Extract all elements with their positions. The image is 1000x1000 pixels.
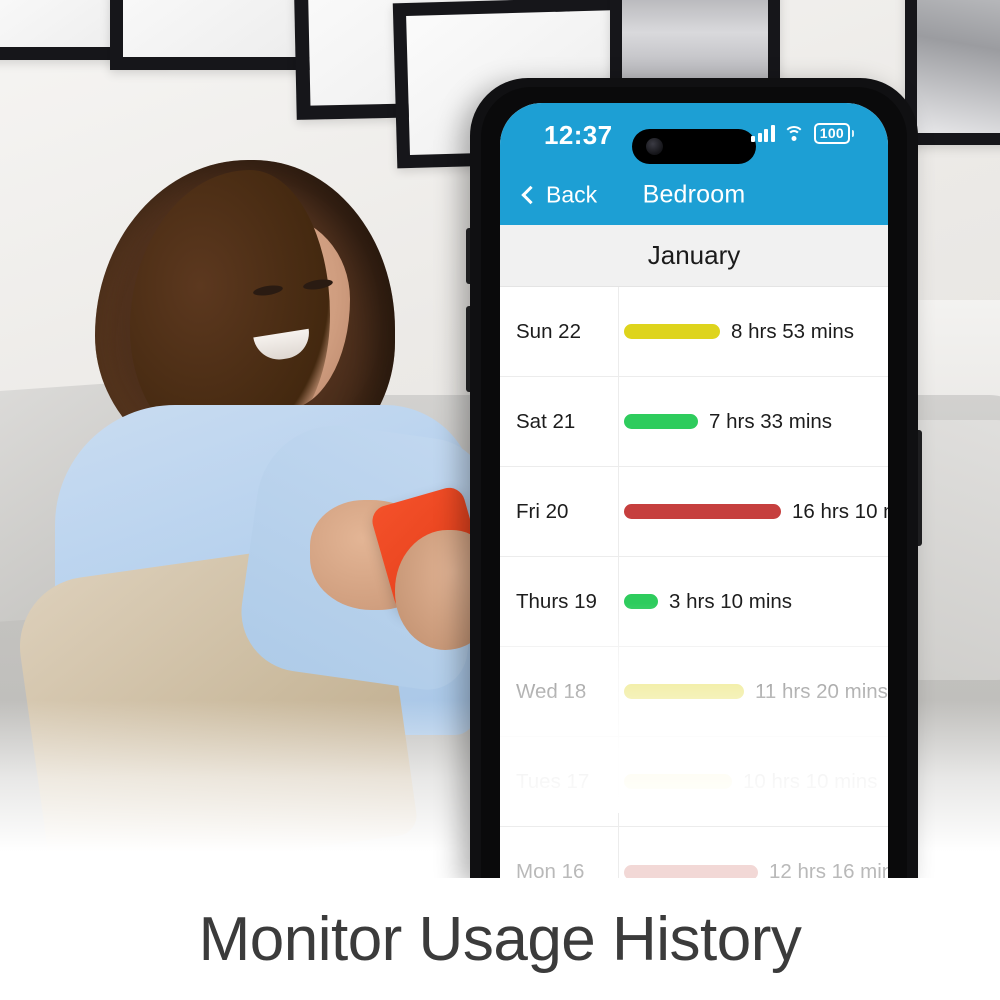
screenshot-root: 12:37 100 Back Bedroom January Sun 22 8 … [0,0,1000,1000]
row-day-label: Fri 20 [516,499,569,523]
column-divider [618,737,619,826]
app-nav-bar: Back Bedroom [500,165,888,225]
column-divider [618,647,619,736]
usage-bar [624,504,781,519]
column-divider [618,827,619,878]
row-day-label: Wed 18 [516,679,587,703]
status-bar: 12:37 100 [500,103,888,165]
phone-bezel: 12:37 100 Back Bedroom January Sun 22 8 … [481,87,907,878]
volume-up-button[interactable] [466,306,470,392]
status-icons: 100 [751,123,854,144]
row-day-label: Sun 22 [516,319,581,343]
row-duration-label: 3 hrs 10 mins [669,589,793,613]
row-bar-cell: 3 hrs 10 mins [618,590,888,614]
cellular-signal-icon [751,125,775,142]
month-header: January [500,225,888,287]
front-camera-icon [646,138,663,155]
row-duration-label: 12 hrs 16 mins [769,860,888,878]
row-duration-label: 16 hrs 10 mins [792,499,888,523]
page-title: Bedroom [642,180,746,209]
phone-device: 12:37 100 Back Bedroom January Sun 22 8 … [466,78,922,878]
row-day-label: Mon 16 [516,860,585,878]
battery-tip [851,130,854,137]
dynamic-island [632,129,756,164]
row-bar-cell: 7 hrs 33 mins [618,410,888,434]
usage-history-list[interactable]: Sun 22 8 hrs 53 mins Sat 21 7 hrs 33 mins Fr… [500,287,888,878]
row-bar-cell: 8 hrs 53 mins [618,320,888,344]
row-duration-label: 8 hrs 53 mins [731,319,855,343]
row-day-label: Thurs 19 [516,589,597,613]
caption-banner: Monitor Usage History [0,878,1000,1000]
usage-bar [624,414,698,429]
status-time: 12:37 [544,120,613,150]
phone-screen: 12:37 100 Back Bedroom January Sun 22 8 … [500,103,888,878]
table-row[interactable]: Wed 18 11 hrs 20 mins [500,647,888,737]
row-bar-cell: 10 hrs 10 mins [618,770,888,794]
mute-switch[interactable] [466,228,470,284]
row-bar-cell: 12 hrs 16 mins [618,860,888,878]
row-duration-label: 11 hrs 20 mins [755,679,888,703]
table-row[interactable]: Thurs 19 3 hrs 10 mins [500,557,888,647]
battery-icon: 100 [813,123,854,144]
back-button-label: Back [546,181,598,208]
usage-bar [624,864,758,878]
column-divider [618,377,619,466]
back-button[interactable]: Back [521,181,598,209]
row-bar-cell: 11 hrs 20 mins [618,680,888,704]
usage-bar [624,324,720,339]
row-day-label: Tues 17 [516,769,590,793]
wall-picture-frame [905,0,1000,145]
usage-bar [624,684,744,699]
table-row[interactable]: Sat 21 7 hrs 33 mins [500,377,888,467]
wifi-icon [783,125,805,142]
table-row[interactable]: Sun 22 8 hrs 53 mins [500,287,888,377]
column-divider [618,467,619,556]
table-row[interactable]: Fri 20 16 hrs 10 mins [500,467,888,557]
column-divider [618,557,619,646]
table-row[interactable]: Tues 17 10 hrs 10 mins [500,737,888,827]
battery-level-label: 100 [813,123,850,144]
chevron-left-icon [521,185,540,205]
table-row[interactable]: Mon 16 12 hrs 16 mins [500,827,888,878]
row-bar-cell: 16 hrs 10 mins [618,500,888,524]
power-button[interactable] [918,430,922,546]
column-divider [618,287,619,376]
row-duration-label: 7 hrs 33 mins [709,409,833,433]
row-duration-label: 10 hrs 10 mins [743,769,878,793]
usage-bar [624,594,658,609]
row-day-label: Sat 21 [516,409,576,433]
month-label: January [647,240,741,270]
caption-text: Monitor Usage History [198,904,802,974]
usage-bar [624,774,732,789]
